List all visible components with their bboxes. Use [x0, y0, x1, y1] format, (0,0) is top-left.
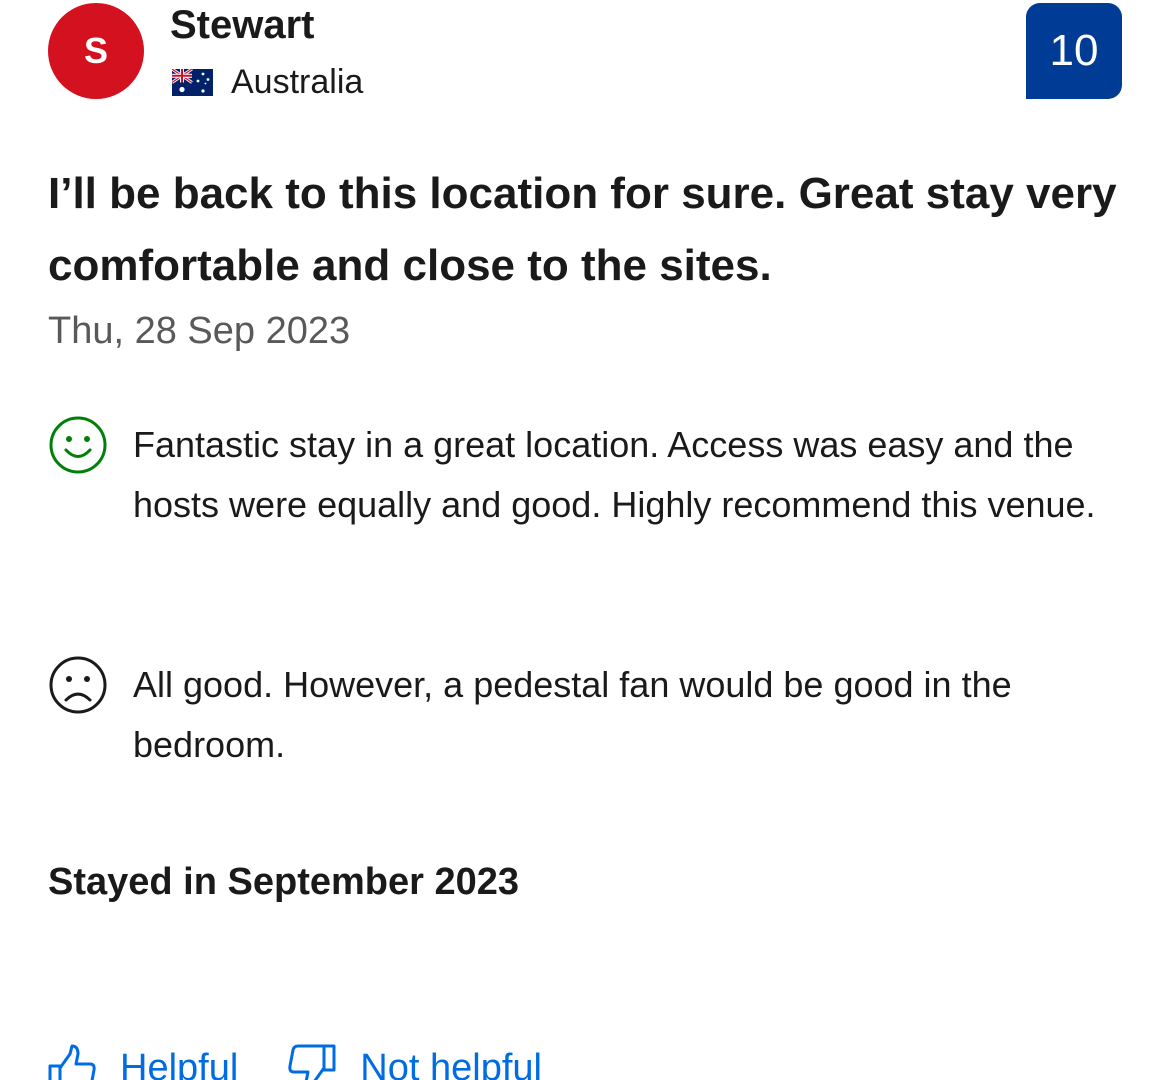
- sad-face-icon: [49, 656, 107, 714]
- review-actions: Helpful Not helpful: [46, 1038, 590, 1080]
- stayed-date: Stayed in September 2023: [48, 861, 519, 903]
- review-card: S Stewart Australia 10 I’ll be back to t…: [0, 0, 1170, 1080]
- reviewer-country: Australia: [231, 63, 364, 101]
- avatar-initial: S: [83, 30, 108, 71]
- helpful-label: Helpful: [120, 1047, 239, 1080]
- negative-review-text: All good. However, a pedestal fan would …: [133, 664, 1012, 765]
- smiley-face-icon: [49, 416, 107, 474]
- review-date: Thu, 28 Sep 2023: [48, 310, 351, 352]
- avatar: S: [48, 3, 144, 99]
- not-helpful-button[interactable]: Not helpful: [286, 1040, 542, 1080]
- australia-flag-icon: [172, 68, 213, 96]
- helpful-button[interactable]: Helpful: [46, 1040, 238, 1080]
- review-title: I’ll be back to this location for sure. …: [48, 169, 1117, 290]
- score-value: 10: [1049, 26, 1099, 75]
- reviewer-country-row: Australia: [172, 60, 363, 104]
- positive-review-text: Fantastic stay in a great location. Acce…: [133, 424, 1096, 525]
- not-helpful-label: Not helpful: [360, 1047, 542, 1080]
- reviewer-name: Stewart: [170, 3, 315, 47]
- thumbs-up-icon: [48, 1044, 96, 1080]
- score-badge: 10: [1026, 3, 1122, 99]
- thumbs-down-icon: [288, 1044, 336, 1080]
